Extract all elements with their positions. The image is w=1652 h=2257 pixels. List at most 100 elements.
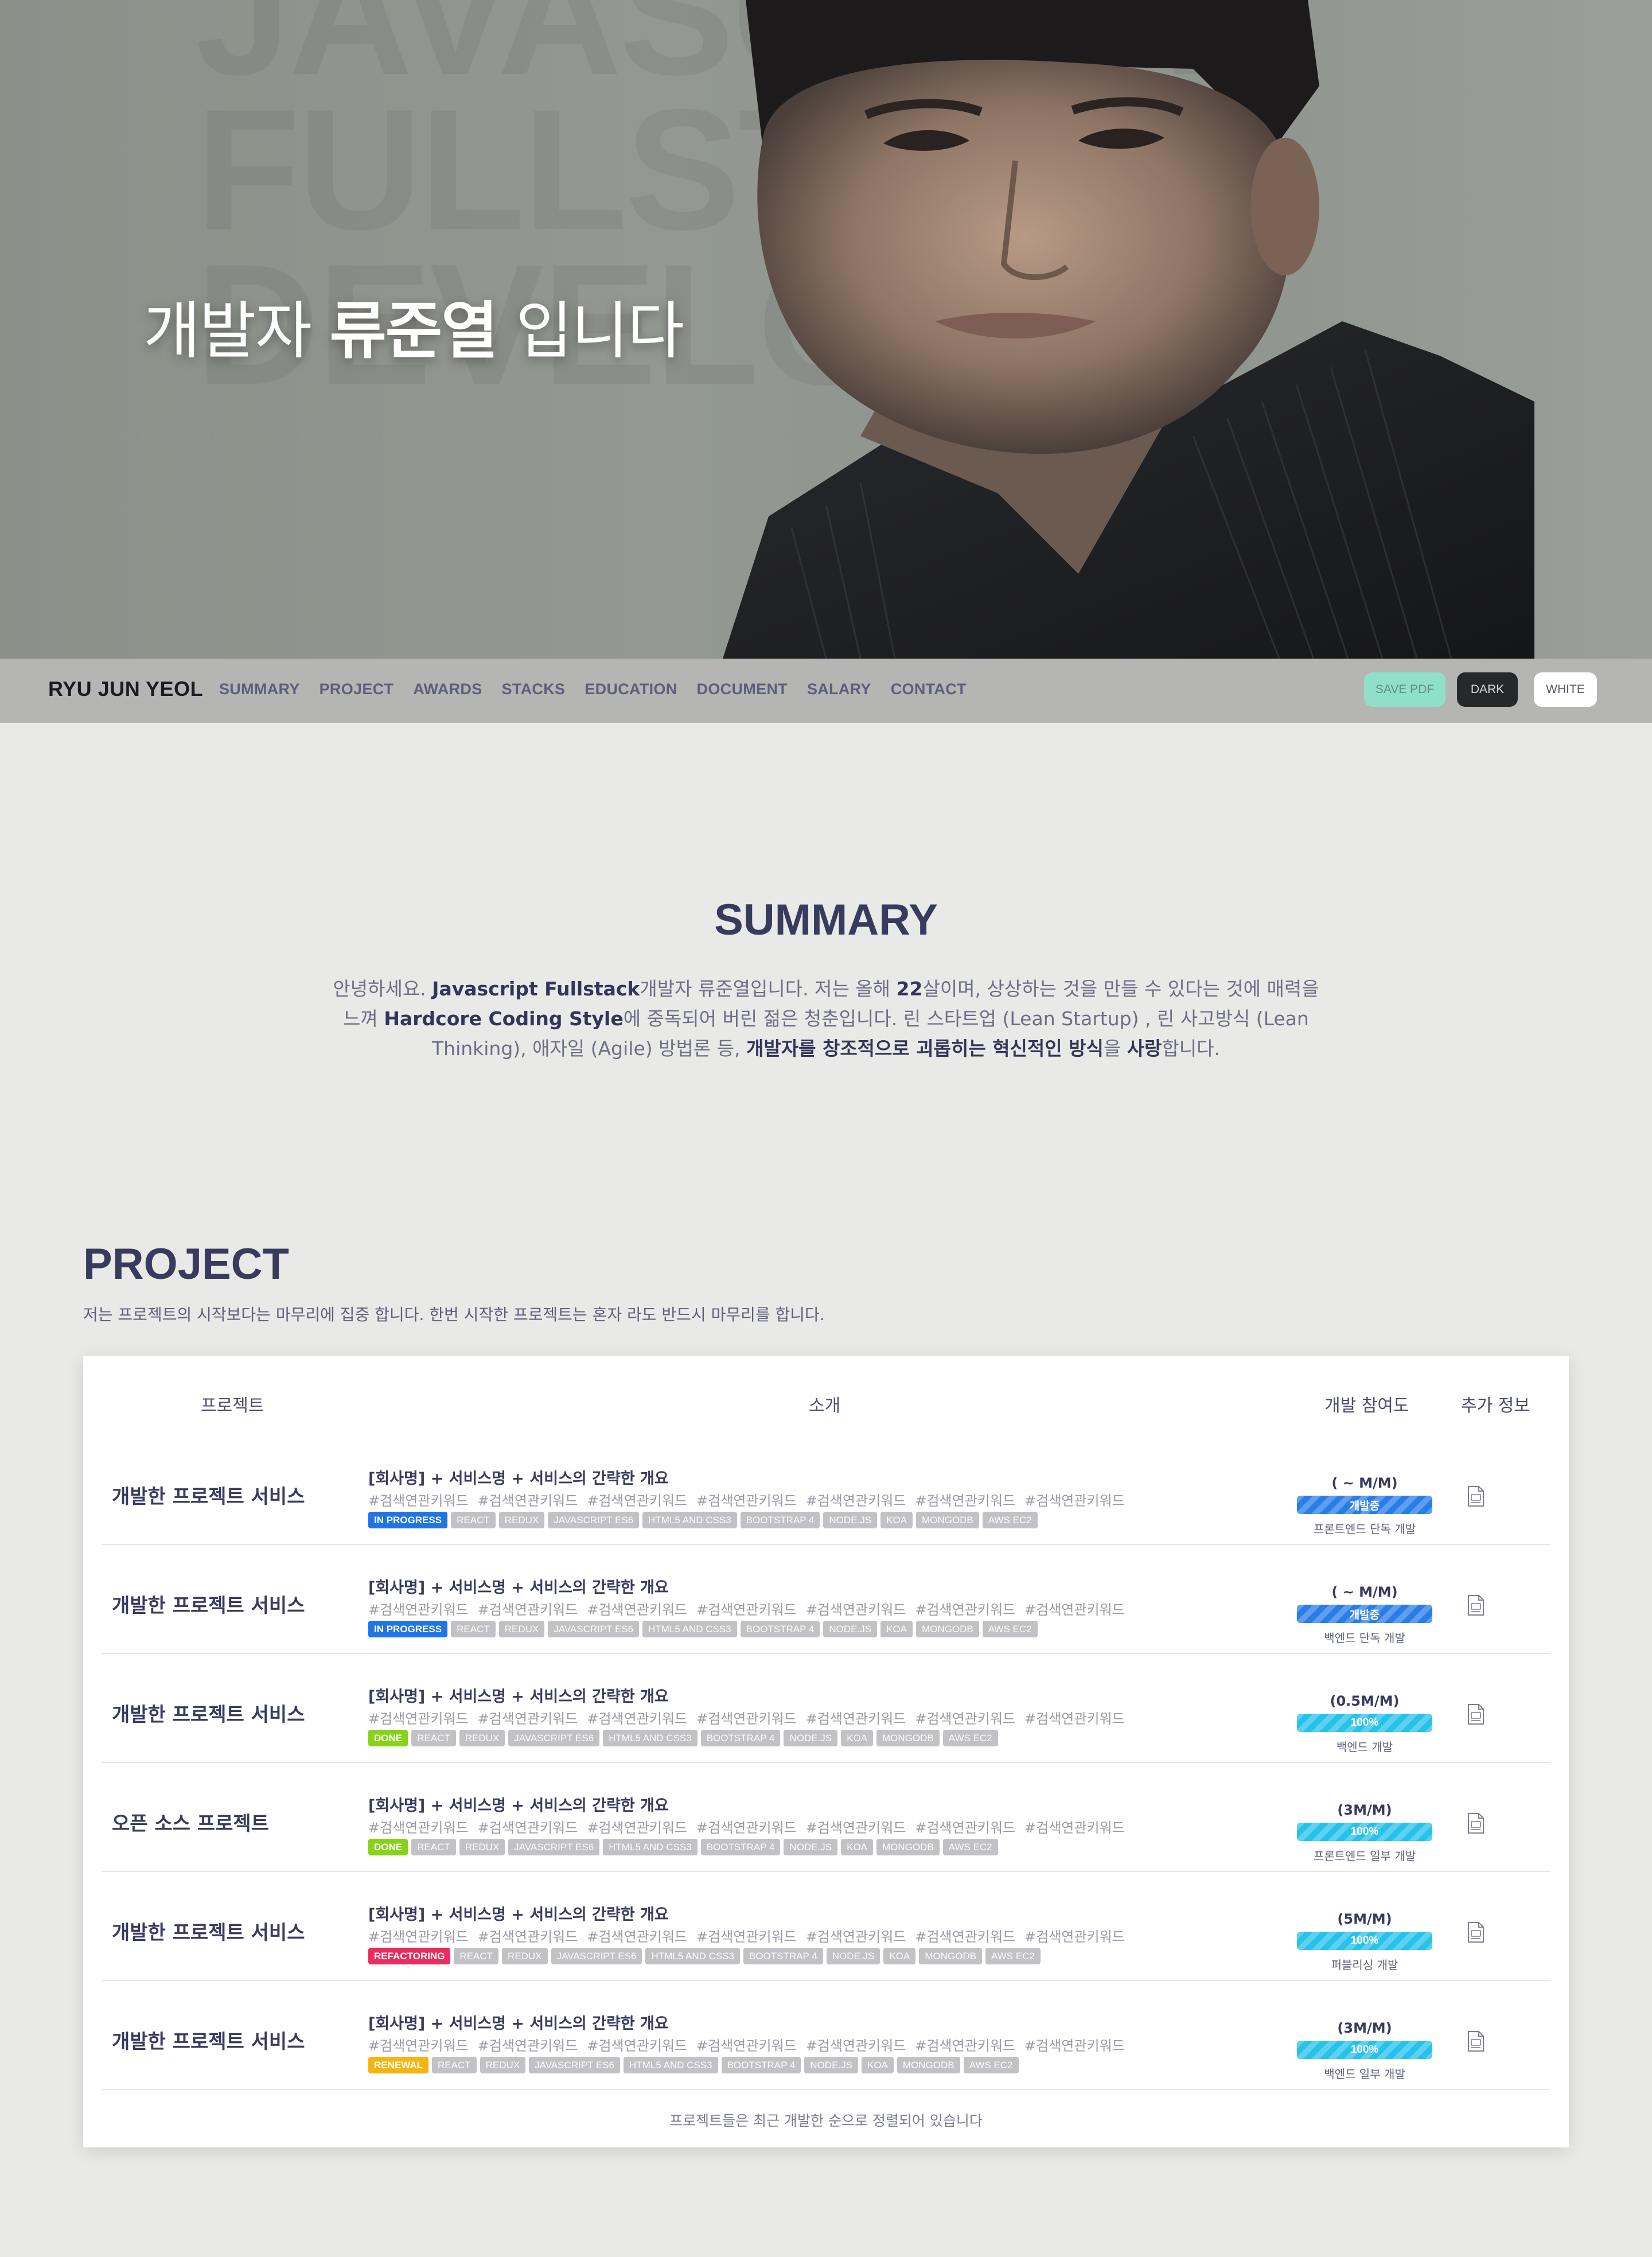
document-icon[interactable] [1467, 1921, 1485, 1943]
save-pdf-button[interactable]: SAVE PDF [1364, 672, 1446, 707]
table-row: 개발한 프로젝트 서비스 [회사명] + 서비스명 + 서비스의 간략한 개요 #검… [102, 1872, 1550, 1981]
keyword: #검색연관키워드 [587, 1602, 688, 1618]
stack-tag: REACT [411, 1730, 456, 1746]
stack-tag: REACT [411, 1839, 456, 1855]
stack-tag: REDUX [459, 1730, 505, 1746]
keyword: #검색연관키워드 [805, 1493, 906, 1509]
project-keywords: #검색연관키워드 #검색연관키워드 #검색연관키워드 #검색연관키워드 #검색연관키워드… [368, 1816, 1134, 1836]
white-theme-button[interactable]: WHITE [1534, 672, 1597, 707]
stack-tag: MONGODB [915, 1512, 979, 1528]
keyword: #검색연관키워드 [477, 1929, 578, 1945]
status-badge: IN PROGRESS [368, 1621, 448, 1637]
keyword: #검색연관키워드 [805, 2038, 906, 2054]
stack-tag: KOA [880, 1512, 913, 1528]
project-intro: [회사명] + 서비스명 + 서비스의 간략한 개요 [368, 1579, 669, 1597]
stack-tag: BOOTSTRAP 4 [721, 2057, 801, 2073]
status-badge: DONE [368, 1839, 408, 1855]
stack-tag: NODE.JS [823, 1512, 878, 1528]
keyword: #검색연관키워드 [587, 1711, 688, 1727]
header-intro: 소개 [809, 1396, 841, 1416]
keyword: #검색연관키워드 [1024, 2038, 1125, 2054]
stack-tag: HTML5 AND CSS3 [642, 1621, 737, 1637]
keyword: #검색연관키워드 [696, 1493, 797, 1509]
stack-tag: BOOTSTRAP 4 [740, 1512, 820, 1528]
keyword: #검색연관키워드 [477, 2038, 578, 2054]
project-keywords: #검색연관키워드 #검색연관키워드 #검색연관키워드 #검색연관키워드 #검색연관키워드… [368, 2034, 1134, 2054]
status-badge: DONE [368, 1730, 408, 1746]
stack-tags: IN PROGRESS REACT REDUX JAVASCRIPT ES6 HTML5… [368, 1621, 1038, 1637]
status-badge: RENEWAL [368, 2057, 428, 2073]
hero-section: JAVASCRIPT FULLSTACK DEVELOPER 개발자 류준열 입… [0, 0, 1652, 659]
stack-tag: MONGODB [897, 2057, 960, 2073]
keyword: #검색연관키워드 [368, 1493, 469, 1509]
nav-link-education[interactable]: EDUCATION [585, 680, 677, 698]
keyword: #검색연관키워드 [368, 1711, 469, 1727]
project-intro: [회사명] + 서비스명 + 서비스의 간략한 개요 [368, 1688, 669, 1706]
document-icon[interactable] [1467, 1485, 1485, 1507]
project-name[interactable]: 개발한 프로젝트 서비스 [112, 1590, 305, 1618]
keyword: #검색연관키워드 [587, 2038, 688, 2054]
role-label: 백엔드 개발 [1336, 1740, 1393, 1754]
keyword: #검색연관키워드 [915, 2038, 1016, 2054]
stack-tag: REDUX [498, 1621, 545, 1637]
role-label: 퍼블리싱 개발 [1331, 1958, 1398, 1972]
stack-tags: IN PROGRESS REACT REDUX JAVASCRIPT ES6 HTML5… [368, 1512, 1038, 1528]
effort-label: (0.5M/M) [1330, 1693, 1400, 1709]
keyword: #검색연관키워드 [696, 1711, 797, 1727]
effort-label: ( ~ M/M) [1331, 1584, 1398, 1600]
keyword: #검색연관키워드 [477, 1820, 578, 1836]
document-icon[interactable] [1467, 1703, 1485, 1725]
stack-tag: MONGODB [919, 1948, 983, 1964]
nav-links: SUMMARY PROJECT AWARDS STACKS EDUCATION … [219, 680, 986, 698]
dark-theme-button[interactable]: DARK [1457, 672, 1518, 707]
project-name[interactable]: 오픈 소스 프로젝트 [112, 1808, 269, 1836]
project-name[interactable]: 개발한 프로젝트 서비스 [112, 2026, 305, 2054]
nav-link-document[interactable]: DOCUMENT [697, 680, 788, 698]
keyword: #검색연관키워드 [477, 1602, 578, 1618]
document-icon[interactable] [1467, 1812, 1485, 1834]
document-icon[interactable] [1467, 2030, 1485, 2052]
header-extra: 추가 정보 [1461, 1396, 1530, 1416]
brand-logo[interactable]: RYU JUN YEOL [48, 677, 203, 701]
nav-link-contact[interactable]: CONTACT [891, 680, 967, 698]
progress-bar: 개발중 [1297, 1605, 1432, 1623]
stack-tag: MONGODB [876, 1730, 940, 1746]
keyword: #검색연관키워드 [915, 1493, 1016, 1509]
role-label: 백엔드 일부 개발 [1324, 2067, 1405, 2081]
keyword: #검색연관키워드 [477, 1493, 578, 1509]
project-title: PROJECT [83, 1240, 289, 1289]
keyword: #검색연관키워드 [915, 1711, 1016, 1727]
stack-tag: MONGODB [876, 1839, 940, 1855]
stack-tag: JAVASCRIPT ES6 [548, 1512, 640, 1528]
navbar: RYU JUN YEOL SUMMARY PROJECT AWARDS STAC… [0, 659, 1652, 723]
stack-tag: JAVASCRIPT ES6 [548, 1621, 640, 1637]
stack-tag: HTML5 AND CSS3 [645, 1948, 740, 1964]
stack-tags: DONE REACT REDUX JAVASCRIPT ES6 HTML5 AND CS… [368, 1839, 998, 1855]
project-keywords: #검색연관키워드 #검색연관키워드 #검색연관키워드 #검색연관키워드 #검색연관키워드… [368, 1925, 1134, 1945]
stack-tag: AWS EC2 [985, 1948, 1041, 1964]
project-name[interactable]: 개발한 프로젝트 서비스 [112, 1481, 305, 1509]
stack-tag: MONGODB [915, 1621, 979, 1637]
nav-link-summary[interactable]: SUMMARY [219, 680, 300, 698]
progress-label: 개발중 [1349, 1500, 1380, 1512]
nav-link-salary[interactable]: SALARY [807, 680, 871, 698]
stack-tag: REACT [454, 1948, 499, 1964]
stack-tag: NODE.JS [784, 1730, 838, 1746]
stack-tag: AWS EC2 [942, 1839, 998, 1855]
nav-link-awards[interactable]: AWARDS [413, 680, 482, 698]
project-name[interactable]: 개발한 프로젝트 서비스 [112, 1917, 305, 1945]
project-intro: [회사명] + 서비스명 + 서비스의 간략한 개요 [368, 1470, 669, 1488]
summary-text: 안녕하세요. Javascript Fullstack개발자 류준열입니다. 저… [333, 978, 1319, 1060]
progress-label: 100% [1350, 1717, 1379, 1729]
nav-link-stacks[interactable]: STACKS [502, 680, 566, 698]
project-name[interactable]: 개발한 프로젝트 서비스 [112, 1699, 305, 1727]
document-icon[interactable] [1467, 1594, 1485, 1616]
keyword: #검색연관키워드 [805, 1602, 906, 1618]
nav-link-project[interactable]: PROJECT [320, 680, 394, 698]
hero-title: 개발자 류준열 입니다 [143, 295, 684, 367]
progress-label: 100% [1350, 1826, 1379, 1838]
stack-tag: REDUX [502, 1948, 548, 1964]
table-row: 개발한 프로젝트 서비스 [회사명] + 서비스명 + 서비스의 간략한 개요 #검… [102, 1654, 1550, 1763]
progress-label: 100% [1350, 2044, 1379, 2056]
stack-tag: HTML5 AND CSS3 [603, 1730, 698, 1746]
